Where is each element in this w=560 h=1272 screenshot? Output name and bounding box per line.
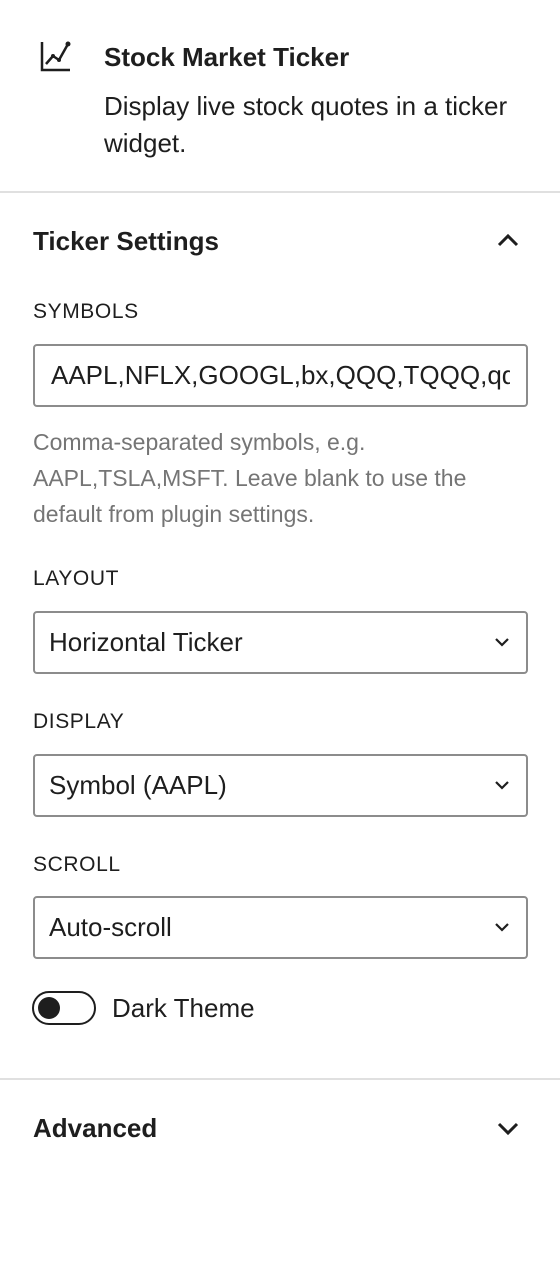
toggle-knob xyxy=(38,997,60,1019)
layout-label: Layout xyxy=(33,567,120,590)
dark-theme-toggle[interactable] xyxy=(32,991,96,1025)
scroll-select[interactable]: Auto-scroll xyxy=(33,896,528,959)
panel-divider xyxy=(0,1078,560,1080)
chevron-down-icon xyxy=(495,923,509,932)
symbols-input[interactable] xyxy=(33,344,528,407)
block-card: Stock Market Ticker Display live stock q… xyxy=(0,0,560,193)
symbols-help-text: Comma-separated symbols, e.g. AAPL,TSLA,… xyxy=(33,429,467,527)
chevron-up-icon[interactable] xyxy=(490,222,526,258)
panel-title-ticker-settings[interactable]: Ticker Settings xyxy=(33,224,219,258)
block-description: Display live stock quotes in a ticker wi… xyxy=(104,91,508,158)
chevron-down-icon xyxy=(495,638,509,647)
symbols-label: Symbols xyxy=(33,300,139,323)
panel-title-advanced[interactable]: Advanced xyxy=(33,1111,157,1145)
scroll-select-value: Auto-scroll xyxy=(49,912,172,942)
display-label: Display xyxy=(33,710,125,733)
chevron-down-icon xyxy=(495,781,509,790)
scroll-label: Scroll xyxy=(33,853,121,876)
display-select-value: Symbol (AAPL) xyxy=(49,770,227,800)
line-chart-icon xyxy=(40,41,71,72)
layout-select[interactable]: Horizontal Ticker xyxy=(33,611,528,674)
display-select[interactable]: Symbol (AAPL) xyxy=(33,754,528,817)
dark-theme-label[interactable]: Dark Theme xyxy=(112,993,255,1023)
block-title: Stock Market Ticker xyxy=(104,42,350,72)
chevron-down-icon[interactable] xyxy=(490,1110,526,1146)
layout-select-value: Horizontal Ticker xyxy=(49,627,243,657)
